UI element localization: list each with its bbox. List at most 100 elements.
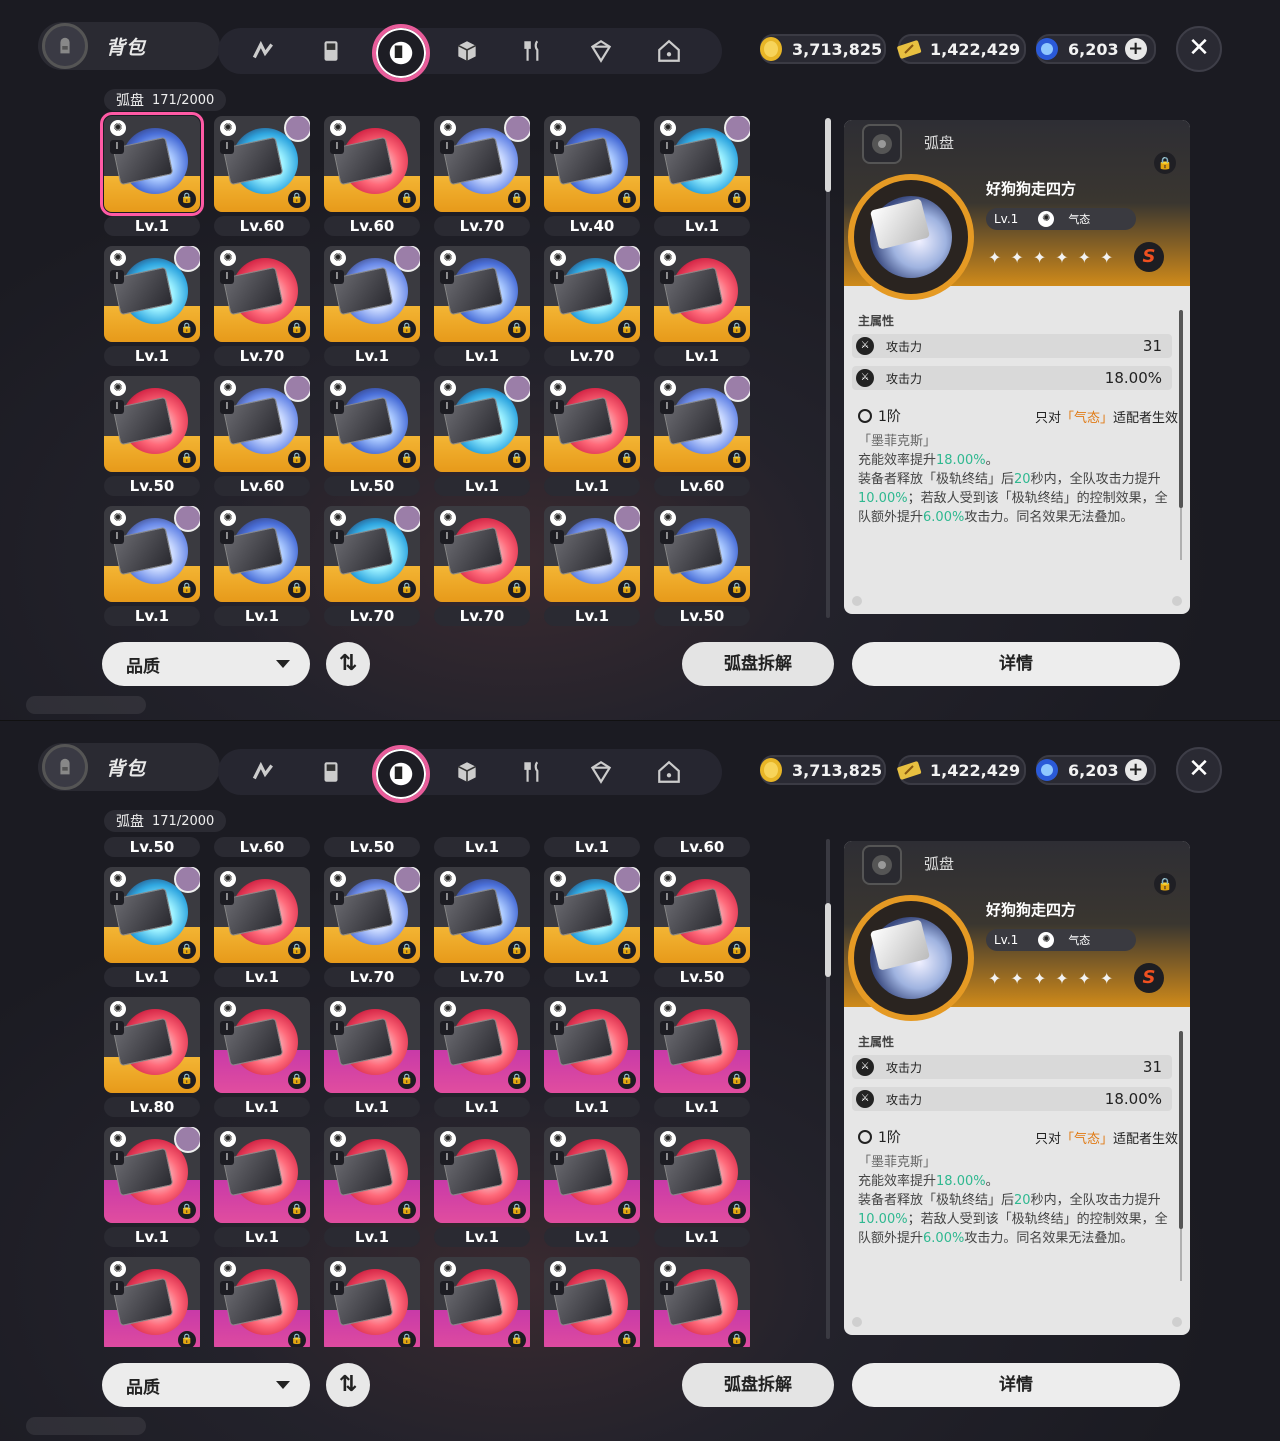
disc-slot[interactable]: ✺I🔒Lv.1 <box>430 372 532 496</box>
disc-card[interactable]: ✺ I 🔒 <box>214 1127 310 1223</box>
disc-slot[interactable]: ✺I🔒Lv.1 <box>540 372 642 496</box>
disc-slot[interactable]: ✺ I 🔒 Lv.70 <box>320 863 422 987</box>
disc-card[interactable]: ✺ I 🔒 <box>214 997 310 1093</box>
disc-slot[interactable]: ✺I🔒Lv.1 <box>540 993 642 1117</box>
disc-card[interactable]: ✺ I 🔒 <box>654 997 750 1093</box>
close-button[interactable]: ✕ <box>1176 747 1222 793</box>
disc-slot[interactable]: ✺I🔒Lv.1 <box>100 863 202 987</box>
disc-card[interactable]: ✺ I 🔒 <box>654 376 750 472</box>
disc-card[interactable]: ✺ I 🔒 <box>544 997 640 1093</box>
tab-disc[interactable] <box>372 24 430 82</box>
disc-slot[interactable]: ✺I🔒Lv.1 <box>430 833 532 857</box>
disc-card[interactable]: ✺ I 🔒 <box>434 246 530 342</box>
tab-box[interactable] <box>448 32 486 70</box>
disc-slot[interactable]: ✺I🔒Lv.50 <box>650 863 752 987</box>
sort-order-button[interactable]: ⇅ <box>326 642 370 686</box>
disc-card[interactable]: ✺ I 🔒 <box>434 116 530 212</box>
disc-slot[interactable]: ✺I🔒Lv.1 <box>320 1123 422 1247</box>
disc-slot[interactable]: ✺ I 🔒 Lv.40 <box>540 112 642 236</box>
disc-slot[interactable]: ✺I🔒Lv.50 <box>100 372 202 496</box>
disc-card[interactable]: ✺ I 🔒 <box>214 116 310 212</box>
tab-food[interactable] <box>514 753 552 791</box>
detail-scroll-thumb[interactable] <box>1179 1031 1183 1229</box>
disc-card[interactable]: ✺ I 🔒 <box>324 867 420 963</box>
disc-slot[interactable]: ✺I🔒Lv.1 <box>430 993 532 1117</box>
disc-card[interactable]: ✺ I 🔒 <box>434 1127 530 1223</box>
disc-slot[interactable]: ✺I🔒Lv.1 <box>650 242 752 366</box>
disc-card[interactable]: ✺ I 🔒 <box>544 1257 640 1347</box>
disc-card[interactable]: ✺ I 🔒 <box>324 506 420 602</box>
disc-slot[interactable]: ✺I🔒Lv.60 <box>210 372 312 496</box>
tab-cube[interactable] <box>582 753 620 791</box>
disc-card[interactable]: ✺ I 🔒 <box>654 1127 750 1223</box>
disc-card[interactable]: ✺ I 🔒 <box>544 506 640 602</box>
disc-slot[interactable]: ✺ I 🔒 <box>210 1253 312 1347</box>
disc-slot[interactable]: ✺I🔒Lv.60 <box>210 833 312 857</box>
disc-card[interactable]: ✺ I 🔒 <box>324 376 420 472</box>
tab-box[interactable] <box>448 753 486 791</box>
grid-scrollbar[interactable] <box>825 118 831 618</box>
disc-card[interactable]: ✺ I 🔒 <box>104 376 200 472</box>
disc-slot[interactable]: ✺I🔒Lv.1 <box>210 993 312 1117</box>
tab-console[interactable] <box>312 753 350 791</box>
disc-slot[interactable]: ✺I🔒Lv.1 <box>100 1123 202 1247</box>
disc-card[interactable]: ✺ I 🔒 <box>104 506 200 602</box>
disc-slot[interactable]: ✺ I 🔒 Lv.70 <box>430 502 532 626</box>
disc-slot[interactable]: ✺I🔒Lv.1 <box>540 502 642 626</box>
disc-card[interactable]: ✺ I 🔒 <box>324 116 420 212</box>
disc-slot[interactable]: ✺I🔒Lv.60 <box>210 112 312 236</box>
disc-card[interactable]: ✺ I 🔒 <box>544 1127 640 1223</box>
disc-card[interactable]: ✺ I 🔒 <box>324 246 420 342</box>
disc-slot[interactable]: ✺ I 🔒 Lv.70 <box>210 242 312 366</box>
disc-slot[interactable]: ✺I🔒Lv.50 <box>100 833 202 857</box>
grid-scroll-thumb[interactable] <box>825 118 831 192</box>
detail-button[interactable]: 详情 <box>852 642 1180 686</box>
disc-card[interactable]: ✺ I 🔒 <box>324 1257 420 1347</box>
detail-lock-icon[interactable]: 🔒 <box>1154 152 1176 174</box>
disc-slot[interactable]: ✺I🔒Lv.1 <box>210 502 312 626</box>
disc-slot[interactable]: ✺I🔒Lv.60 <box>320 112 422 236</box>
disc-card[interactable]: ✺ I 🔒 <box>104 246 200 342</box>
disc-card[interactable]: ✺ I 🔒 <box>104 997 200 1093</box>
disc-card[interactable]: ✺ I 🔒 <box>544 867 640 963</box>
close-button[interactable]: ✕ <box>1176 26 1222 72</box>
disc-card[interactable]: ✺ I 🔒 <box>654 1257 750 1347</box>
detail-scrollbar[interactable] <box>1179 1031 1183 1281</box>
disc-card[interactable]: ✺ I 🔒 <box>324 1127 420 1223</box>
disc-card[interactable]: ✺ I 🔒 <box>434 867 530 963</box>
disc-card[interactable]: ✺ I 🔒 <box>434 376 530 472</box>
disc-slot[interactable]: ✺I🔒Lv.1 <box>320 993 422 1117</box>
disc-card[interactable]: ✺ I 🔒 <box>214 1257 310 1347</box>
disc-card[interactable]: ✺ I 🔒 <box>434 997 530 1093</box>
disc-slot[interactable]: ✺I🔒Lv.60 <box>650 833 752 857</box>
disc-card[interactable]: ✺ I 🔒 <box>434 1257 530 1347</box>
disc-slot[interactable]: ✺I🔒Lv.1 <box>430 1123 532 1247</box>
disc-slot[interactable]: ✺I🔒Lv.1 <box>320 242 422 366</box>
disc-slot[interactable]: ✺I🔒Lv.1 <box>540 1123 642 1247</box>
disc-slot[interactable]: ✺I🔒Lv.1 <box>650 112 752 236</box>
disc-card[interactable]: ✺ I 🔒 <box>104 1257 200 1347</box>
detail-scroll-thumb[interactable] <box>1179 310 1183 508</box>
dismantle-button[interactable]: 弧盘拆解 <box>682 642 834 686</box>
tab-food[interactable] <box>514 32 552 70</box>
tab-cube[interactable] <box>582 32 620 70</box>
disc-slot[interactable]: ✺I🔒Lv.1 <box>100 242 202 366</box>
grid-scrollbar[interactable] <box>825 839 831 1339</box>
disc-card[interactable]: ✺ I 🔒 <box>654 116 750 212</box>
disc-slot[interactable]: ✺I🔒Lv.1 <box>430 242 532 366</box>
disc-slot[interactable]: ✺ I 🔒 <box>650 1253 752 1347</box>
quality-filter[interactable]: 品质 <box>102 642 310 686</box>
dismantle-button[interactable]: 弧盘拆解 <box>682 1363 834 1407</box>
disc-card[interactable]: ✺ I 🔒 <box>654 867 750 963</box>
grid-scroll-thumb[interactable] <box>825 903 831 977</box>
tab-home[interactable] <box>650 32 688 70</box>
disc-slot[interactable]: ✺I🔒Lv.1 <box>100 112 204 236</box>
detail-button[interactable]: 详情 <box>852 1363 1180 1407</box>
disc-slot[interactable]: ✺I🔒Lv.50 <box>320 833 422 857</box>
disc-slot[interactable]: ✺I🔒Lv.1 <box>100 502 202 626</box>
tab-agent[interactable] <box>244 753 282 791</box>
tab-home[interactable] <box>650 753 688 791</box>
disc-card[interactable]: ✺ I 🔒 <box>544 376 640 472</box>
disc-slot[interactable]: ✺ I 🔒 Lv.70 <box>430 112 532 236</box>
disc-card[interactable]: ✺ I 🔒 <box>214 246 310 342</box>
